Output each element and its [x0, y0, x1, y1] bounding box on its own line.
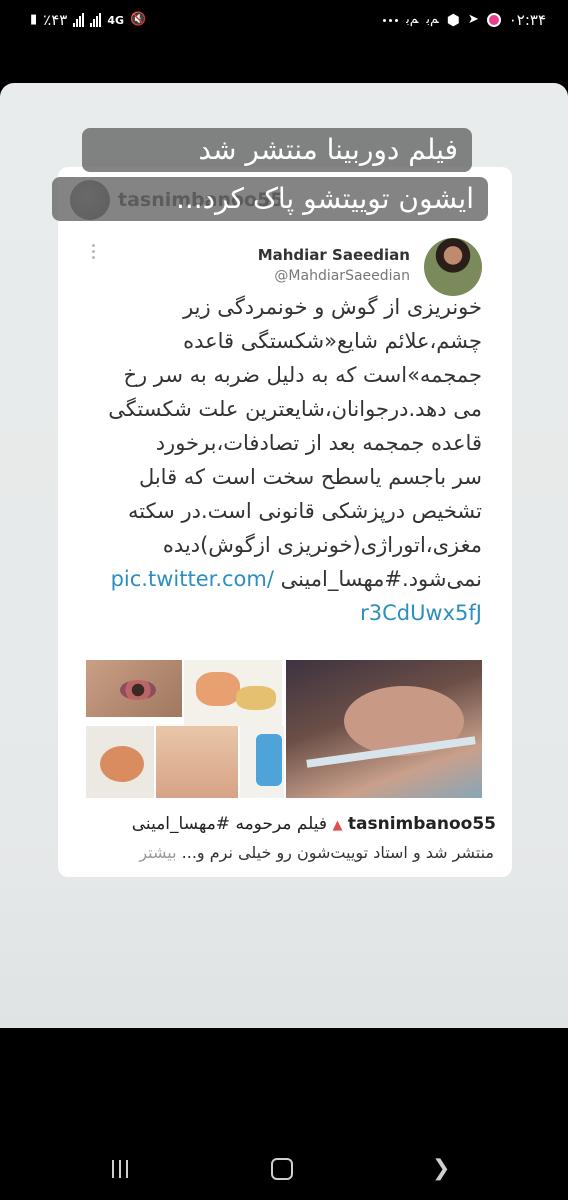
mute-icon: 🔇: [130, 12, 147, 27]
tweet-line: تشخیص درپزشکی قانونی است.در سکته: [127, 499, 482, 523]
recent-apps-icon[interactable]: [112, 1160, 128, 1178]
post-caption-text-2: منتشر شد و استاد توییت‌شون رو خیلی نرم و…: [181, 843, 494, 862]
medical-image-chart: [240, 726, 284, 798]
signal-icon-2: [90, 13, 102, 27]
story-caption-line2: ایشون توییتشو پاک کرد...: [52, 177, 488, 221]
post-caption-line1: tasnimbanoo55 ▲ فیلم مرحومه #مهسا_امینی: [132, 814, 496, 834]
tweet-last-text: نمی‌شود.#مهسا_امینی: [280, 567, 482, 591]
network-type: 4G: [107, 13, 125, 27]
tweet-author-avatar: [424, 238, 482, 296]
medical-image-ear-diagram: [86, 726, 154, 798]
more-dots-icon: [383, 18, 399, 22]
status-bar: ▮ ٪۴۳ 4G 🔇 ﻢﺑ ﻢﺑ ⬢ ➤ ۰۲:۳۴: [0, 0, 568, 44]
tweet-body: خونریزی از گوش و خونمردگی زیر چشم،علائم …: [88, 290, 482, 630]
tweet-author-name: Mahdiar Saeedian: [257, 246, 410, 264]
app-icon-2: ﻢﺑ: [426, 12, 439, 27]
back-icon[interactable]: ❯: [432, 1156, 450, 1181]
app-icon-1: ﻢﺑ: [406, 12, 419, 27]
signal-icon: [73, 13, 85, 27]
tweet-link-line: r3CdUwx5fJ: [88, 596, 482, 630]
telegram-icon: ➤: [467, 12, 479, 27]
tweet-author-handle: @MahdiarSaeedian: [274, 268, 410, 284]
battery-icon: ▮: [30, 12, 38, 27]
medical-image-ear-anatomy: [184, 660, 282, 726]
tweet-more-icon[interactable]: [92, 244, 95, 259]
home-icon[interactable]: [271, 1158, 293, 1180]
tweet-link-1[interactable]: pic.twitter.com/: [111, 567, 274, 591]
tweet-line: چشم،علائم شایع«شکستگی قاعده: [183, 329, 482, 353]
tweet-last-line: نمی‌شود.#مهسا_امینی pic.twitter.com/: [88, 562, 482, 596]
story-caption-line1: فیلم دوربینا منتشر شد: [82, 128, 472, 172]
medical-image-eye: [86, 660, 182, 717]
clock: ۰۲:۳۴: [508, 11, 546, 29]
notification-icon: [486, 13, 501, 27]
tweet-line: قاعده جمجمه بعد از تصادفات،برخورد: [155, 431, 482, 455]
tweet-line: سر باجسم یاسطح سخت است که قابل: [138, 465, 482, 489]
tweet-link-2[interactable]: r3CdUwx5fJ: [360, 601, 482, 625]
post-caption-text: فیلم مرحومه #مهسا_امینی: [131, 814, 328, 834]
hex-icon: ⬢: [446, 11, 460, 29]
triangle-icon: ▲: [332, 818, 343, 833]
patient-photo: [286, 660, 482, 798]
more-link[interactable]: بیشتر: [139, 843, 176, 862]
post-username[interactable]: tasnimbanoo55: [348, 814, 496, 834]
navigation-bar: ❯: [0, 1130, 568, 1200]
status-right: ﻢﺑ ﻢﺑ ⬢ ➤ ۰۲:۳۴: [383, 11, 546, 29]
medical-image-skull: [156, 726, 238, 798]
status-left: ▮ ٪۴۳ 4G 🔇: [30, 11, 146, 29]
battery-percent: ٪۴۳: [43, 11, 68, 29]
tweet-line: جمجمه»است که به دلیل ضربه به سر رخ: [123, 363, 482, 387]
post-caption-line2: منتشر شد و استاد توییت‌شون رو خیلی نرم و…: [139, 843, 494, 862]
tweet-line: خونریزی از گوش و خونمردگی زیر: [183, 295, 482, 319]
tweet-line: مغزی،اتوراژی(خونریزی ازگوش)دیده: [162, 533, 482, 557]
tweet-line: می دهد.درجوانان،شایعترین علت شکستگی: [108, 397, 482, 421]
